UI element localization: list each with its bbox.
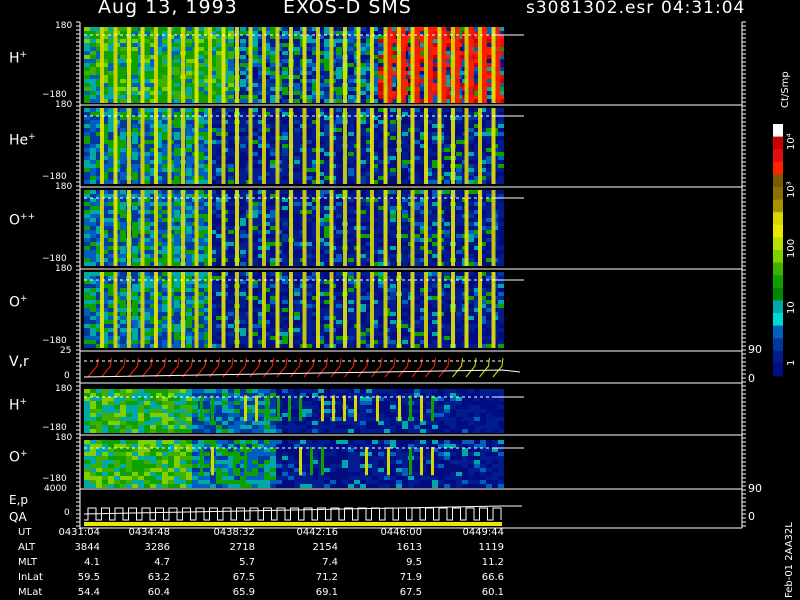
panel6-ymax: 180 [55, 384, 73, 394]
panel4-ymax: 180 [55, 264, 73, 274]
heatmap-panel [84, 272, 524, 348]
colorbar-tick-1e4: 10⁴ [786, 133, 797, 150]
table-cell: 2718 [229, 542, 255, 553]
header-time: 04:31:04 [661, 0, 746, 18]
file-name: s3081302.esr [526, 0, 655, 18]
table-cell: 4.1 [84, 557, 100, 568]
panel1-ymin: −180 [42, 90, 67, 100]
colorbar-unit: Ct/Smp [780, 71, 791, 108]
panel3-ymax: 180 [55, 182, 73, 192]
panel6-label: H+ [9, 397, 28, 414]
table-cell: 71.2 [315, 572, 338, 583]
panel4-label: O+ [9, 294, 28, 311]
vr-right-bottom: 0 [748, 372, 755, 385]
table-cell: 71.9 [399, 572, 422, 583]
table-row-label: UT [18, 527, 32, 538]
qa-label: QA [9, 510, 27, 524]
table-cell: 1119 [478, 542, 504, 553]
table-cell: 4.7 [154, 557, 170, 568]
colorbar-tick-10: 10 [786, 301, 797, 314]
table-cell: 63.2 [147, 572, 170, 583]
vr-right-top: 90 [748, 343, 762, 356]
panel7-label: O+ [9, 449, 28, 466]
table-row-label: MLT [18, 557, 37, 568]
table-cell: 60.1 [481, 587, 504, 598]
table-cell: 7.4 [322, 557, 338, 568]
table-row-label: MLat [18, 587, 43, 598]
panel3-label: O++ [9, 212, 36, 229]
table-cell: 0446:00 [380, 527, 422, 538]
heatmap-panel [84, 440, 524, 488]
panel3-ymin: −180 [42, 254, 67, 264]
ep-label: E,p [9, 493, 29, 507]
panel7-ymin: −180 [42, 474, 67, 484]
spectrogram-plot [76, 21, 783, 529]
ep-ymin: 0 [64, 508, 70, 518]
vr-label: V,r [9, 354, 29, 370]
table-row-label: InLat [18, 572, 43, 583]
ep-right-top: 90 [748, 482, 762, 495]
table-cell: 11.2 [481, 557, 504, 568]
colorbar-tick-100: 100 [786, 238, 797, 258]
vr-ymax: 25 [60, 346, 72, 356]
panel4-ymin: −180 [42, 336, 67, 346]
table-cell: 67.5 [399, 587, 422, 598]
table-cell: 3844 [74, 542, 100, 553]
table-cell: 5.7 [239, 557, 255, 568]
colorbar [773, 124, 783, 377]
panel6-ymin: −180 [42, 423, 67, 433]
table-cell: 9.5 [406, 557, 422, 568]
colorbar-tick-1: 1 [786, 359, 797, 366]
panel2-ymin: −180 [42, 172, 67, 182]
heatmap-panel [84, 389, 524, 433]
table-cell: 3286 [144, 542, 170, 553]
table-cell: 67.5 [232, 572, 255, 583]
plot-date: Aug 13, 1993 [98, 0, 238, 18]
table-cell: 0449:44 [462, 527, 504, 538]
panel2-label: He+ [9, 132, 36, 149]
heatmap-panel [84, 108, 524, 184]
colorbar-tick-1e3: 10³ [786, 181, 797, 198]
ep-trace [83, 505, 522, 526]
heatmap-panel [84, 190, 524, 266]
table-cell: 66.6 [481, 572, 504, 583]
table-cell: 54.4 [77, 587, 100, 598]
instrument-name: EXOS-D SMS [283, 0, 412, 18]
panel2-ymax: 180 [55, 100, 73, 110]
table-cell: 69.1 [315, 587, 338, 598]
vr-ymin: 0 [64, 371, 70, 381]
panel7-ymax: 180 [55, 433, 73, 443]
table-cell: 65.9 [232, 587, 255, 598]
table-row-label: ALT [18, 542, 36, 553]
table-cell: 2154 [312, 542, 338, 553]
heatmap-panel [84, 27, 524, 103]
table-cell: 0438:32 [213, 527, 255, 538]
vr-trace [83, 357, 521, 378]
table-cell: 1613 [396, 542, 422, 553]
ep-ymax: 4000 [44, 484, 67, 494]
ep-right-bottom: 0 [748, 510, 755, 523]
panel1-label: H+ [9, 50, 28, 67]
panel1-ymax: 180 [55, 21, 73, 31]
table-cell: 59.5 [77, 572, 100, 583]
table-cell: 60.4 [147, 587, 170, 598]
table-cell: 0442:16 [296, 527, 338, 538]
table-cell: 0431:04 [58, 527, 100, 538]
table-cell: 0434:48 [128, 527, 170, 538]
footer-note: Feb-01 2AA32L [784, 522, 795, 598]
